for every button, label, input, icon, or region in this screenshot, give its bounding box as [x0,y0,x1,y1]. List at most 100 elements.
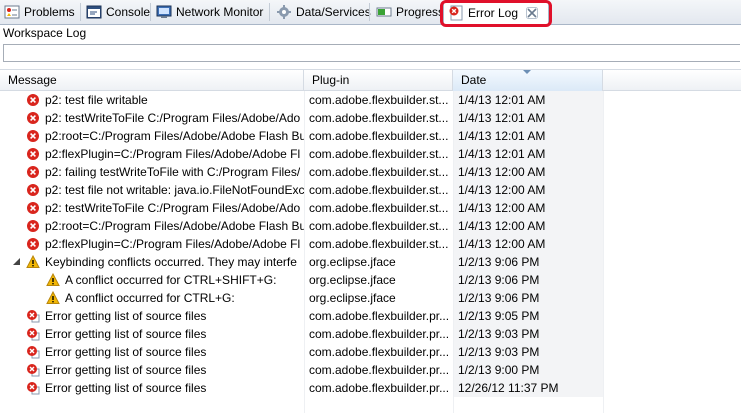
error-icon [27,238,39,250]
message-text: Error getting list of source files [45,327,207,341]
message-text: A conflict occurred for CTRL+SHIFT+G: [65,273,277,287]
table-row[interactable]: Error getting list of source files com.ad… [0,307,741,325]
table-row[interactable]: p2: test file writable com.adobe.flexbuil… [0,91,741,109]
close-icon[interactable] [526,6,539,19]
table-row[interactable]: p2:root=C:/Program Files/Adobe/Adobe Fla… [0,127,741,145]
table-row[interactable]: Error getting list of source files com.ad… [0,379,741,397]
column-header-message[interactable]: Message [0,70,304,91]
tab-progress[interactable]: Progress [372,0,444,23]
error-stack-icon [27,310,40,323]
message-cell: p2:flexPlugin=C:/Program Files/Adobe/Ado… [0,145,304,163]
message-cell: Error getting list of source files [0,379,304,397]
message-text: p2: testWriteToFile C:/Program Files/Ado… [45,201,301,215]
table-row[interactable]: Keybinding conflicts occurred. They may … [0,253,741,271]
table-row[interactable]: Error getting list of source files com.ad… [0,361,741,379]
date-cell: 1/2/13 9:00 PM [453,361,603,379]
tab-progress-label: Progress [396,4,445,19]
message-cell: p2: test file writable [0,91,304,109]
message-cell: p2: test file not writable: java.io.File… [0,181,304,199]
table-row[interactable]: A conflict occurred for CTRL+G: org.eclip… [0,289,741,307]
table-row[interactable]: p2: testWriteToFile C:/Program Files/Ado… [0,199,741,217]
tab-error-log-label: Error Log [468,5,519,20]
tab-problems-label: Problems [24,4,75,19]
plugin-cell: com.adobe.flexbuilder.st... [304,235,453,253]
date-cell: 1/2/13 9:03 PM [453,325,603,343]
error-stack-icon [27,382,40,395]
error-icon [27,94,39,106]
error-log-table: Message Plug-in Date p2: test file writa… [0,69,741,413]
message-text: p2: failing testWriteToFile with C:/Prog… [45,165,301,179]
message-cell: p2:root=C:/Program Files/Adobe/Adobe Fla… [0,217,304,235]
table-row[interactable]: Error getting list of source files com.ad… [0,343,741,361]
table-row[interactable]: p2: testWriteToFile C:/Program Files/Ado… [0,109,741,127]
message-cell: p2: failing testWriteToFile with C:/Prog… [0,163,304,181]
filter-field[interactable] [3,44,741,62]
tab-data-services-label: Data/Services [296,4,371,19]
message-text: p2: test file writable [45,93,148,107]
warning-icon [26,255,40,268]
plugin-cell: org.eclipse.jface [304,289,453,307]
workspace-log-title: Workspace Log [3,26,87,40]
message-text: p2: test file not writable: java.io.File… [45,183,304,197]
date-cell: 1/4/13 12:00 AM [453,235,603,253]
date-cell: 1/2/13 9:06 PM [453,271,603,289]
error-icon [27,148,39,160]
tab-separator [80,3,81,21]
message-text: Error getting list of source files [45,345,207,359]
message-cell: Error getting list of source files [0,343,304,361]
warning-icon [46,273,60,286]
plugin-cell: com.adobe.flexbuilder.st... [304,109,453,127]
plugin-cell: com.adobe.flexbuilder.pr... [304,343,453,361]
message-cell: p2: testWriteToFile C:/Program Files/Ado… [0,199,304,217]
filter-input[interactable] [4,45,741,61]
data-services-icon [277,4,291,19]
table-row[interactable]: p2:root=C:/Program Files/Adobe/Adobe Fla… [0,217,741,235]
message-cell: A conflict occurred for CTRL+SHIFT+G: [0,271,304,289]
column-header-plugin[interactable]: Plug-in [304,70,453,91]
plugin-cell: com.adobe.flexbuilder.st... [304,163,453,181]
view-tab-bar: Problems Console Network Monitor Data/Se… [0,0,741,27]
tab-problems[interactable]: Problems [0,0,78,23]
console-icon [86,5,102,18]
plugin-cell: org.eclipse.jface [304,253,453,271]
tab-separator [369,3,370,21]
problems-icon [4,5,20,18]
error-icon [27,112,39,124]
expand-triangle-icon[interactable] [12,257,22,267]
tab-error-log[interactable]: Error Log [443,0,549,24]
table-row[interactable]: p2:flexPlugin=C:/Program Files/Adobe/Ado… [0,145,741,163]
message-cell: p2: testWriteToFile C:/Program Files/Ado… [0,109,304,127]
date-cell: 1/4/13 12:00 AM [453,163,603,181]
tab-data-services[interactable]: Data/Services [272,0,371,23]
plugin-cell: com.adobe.flexbuilder.st... [304,199,453,217]
error-icon [27,184,39,196]
table-row[interactable]: A conflict occurred for CTRL+SHIFT+G: org… [0,271,741,289]
date-cell: 1/2/13 9:06 PM [453,289,603,307]
warning-icon [46,291,60,304]
table-row[interactable]: p2:flexPlugin=C:/Program Files/Adobe/Ado… [0,235,741,253]
date-cell: 1/2/13 9:05 PM [453,307,603,325]
table-row[interactable]: p2: test file not writable: java.io.File… [0,181,741,199]
tab-separator [269,3,270,21]
error-stack-icon [27,364,40,377]
plugin-cell: com.adobe.flexbuilder.pr... [304,325,453,343]
message-cell: Error getting list of source files [0,325,304,343]
message-text: p2:flexPlugin=C:/Program Files/Adobe/Ado… [45,237,301,251]
tab-console[interactable]: Console [82,0,150,23]
message-text: A conflict occurred for CTRL+G: [65,291,235,305]
message-text: p2:root=C:/Program Files/Adobe/Adobe Fla… [45,129,304,143]
table-row[interactable]: Error getting list of source files com.ad… [0,325,741,343]
message-text: p2:root=C:/Program Files/Adobe/Adobe Fla… [45,219,304,233]
date-cell: 1/2/13 9:03 PM [453,343,603,361]
plugin-cell: com.adobe.flexbuilder.pr... [304,361,453,379]
date-cell: 1/4/13 12:00 AM [453,217,603,235]
table-body: p2: test file writable com.adobe.flexbuil… [0,91,741,397]
column-header-date-label: Date [461,73,487,87]
column-header-date[interactable]: Date [453,70,603,91]
date-cell: 1/4/13 12:01 AM [453,109,603,127]
progress-icon [376,7,392,16]
table-row[interactable]: p2: failing testWriteToFile with C:/Prog… [0,163,741,181]
tab-network-monitor[interactable]: Network Monitor [152,0,268,23]
error-stack-icon [27,346,40,359]
plugin-cell: com.adobe.flexbuilder.pr... [304,307,453,325]
